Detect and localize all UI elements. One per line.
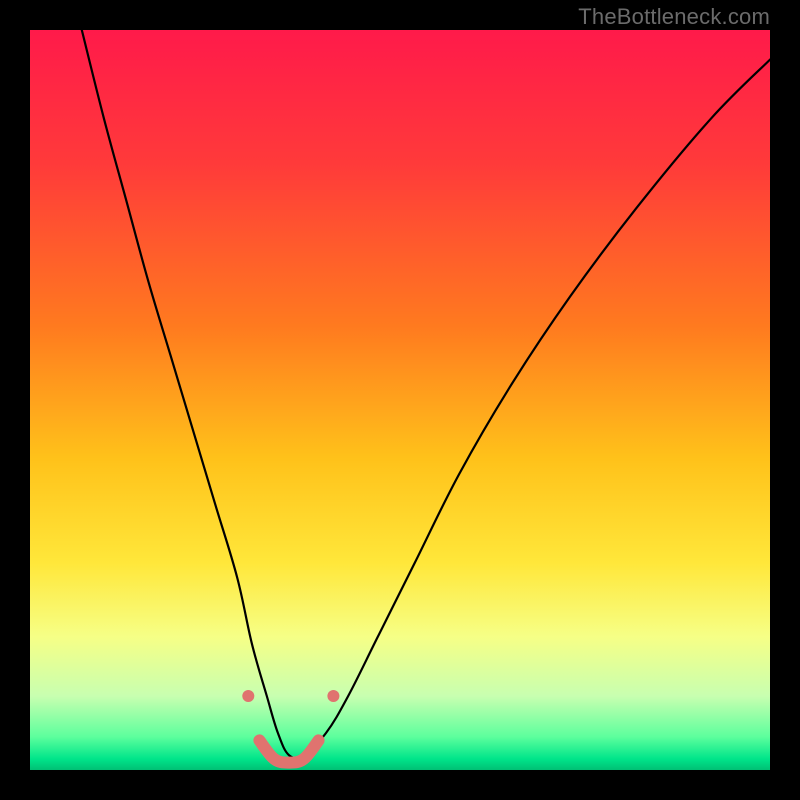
chart-frame: TheBottleneck.com [0, 0, 800, 800]
plot-area [30, 30, 770, 770]
bottleneck-curve [82, 30, 770, 758]
chart-overlay [30, 30, 770, 770]
watermark-text: TheBottleneck.com [578, 4, 770, 30]
marker-overlay [242, 690, 339, 763]
